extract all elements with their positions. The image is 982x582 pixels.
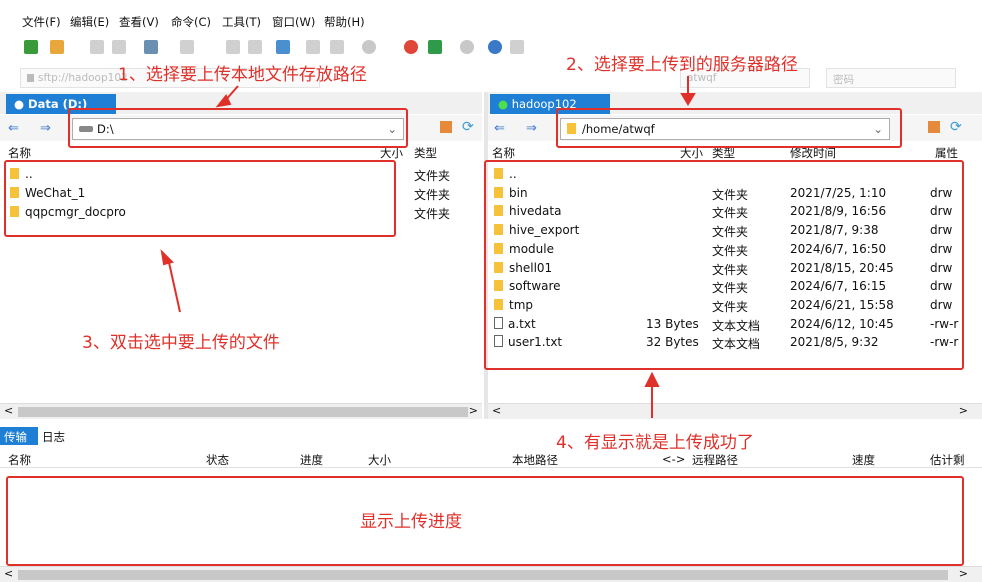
annotation-progress: 显示上传进度: [360, 512, 462, 532]
annotation-arrowhead-2: [680, 93, 696, 106]
annotation-arrow-3: [167, 257, 181, 313]
annotation-step3: 3、双击选中要上传的文件: [82, 333, 280, 353]
annotation-step4: 4、有显示就是上传成功了: [556, 433, 754, 453]
annotation-step1: 1、选择要上传本地文件存放路径: [118, 65, 367, 85]
annotation-arrowhead-4: [644, 371, 660, 387]
annotation-arrowhead-3: [160, 249, 174, 266]
annotation-step2: 2、选择要上传到的服务器路径: [566, 55, 798, 75]
annotation-arrows: [160, 76, 696, 418]
